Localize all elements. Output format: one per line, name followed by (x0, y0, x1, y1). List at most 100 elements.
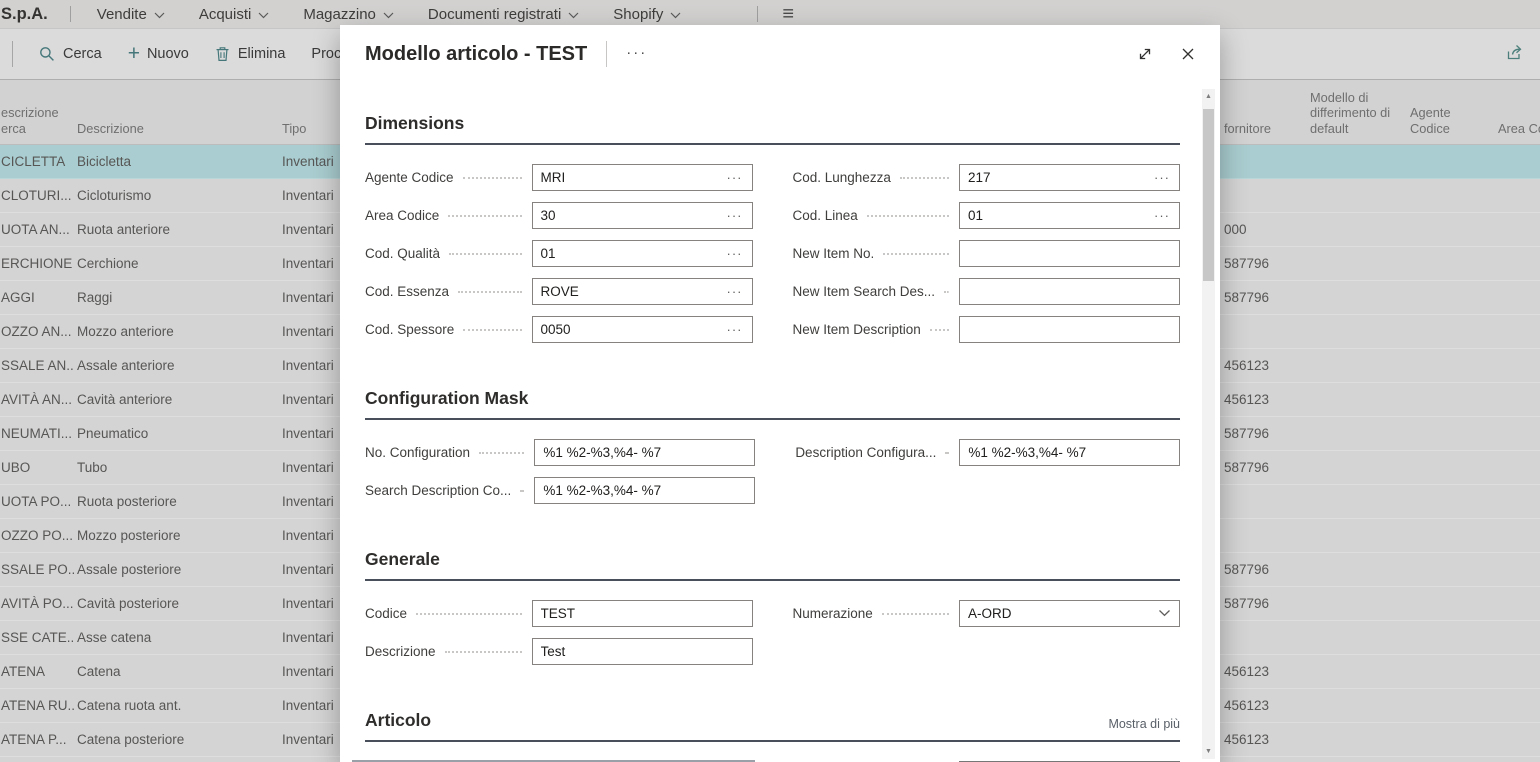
col-header-line: erca (1, 121, 59, 137)
dotted-leader (883, 253, 949, 255)
col-header-vendor[interactable]: fornitore (1224, 121, 1271, 137)
cell-description: Cerchione (77, 247, 139, 280)
section-header: Configuration Mask (365, 388, 1180, 420)
col-header-deferral-template[interactable]: Modello di differimento di default (1310, 90, 1390, 137)
input-search-description-co[interactable] (535, 483, 754, 498)
col-header-line: default (1310, 121, 1390, 137)
share-icon[interactable] (1505, 43, 1524, 65)
cell-type: Inventari (282, 349, 334, 382)
input-area-codice[interactable] (533, 208, 723, 223)
cell-search-description: OZZO PO... (1, 519, 75, 552)
cell-search-description: UBO (1, 451, 75, 484)
lookup-icon[interactable]: ··· (1150, 171, 1179, 184)
dotted-leader (479, 452, 524, 454)
nav-item-shopify[interactable]: Shopify (613, 6, 681, 23)
input-cod-qualità[interactable] (533, 246, 723, 261)
lookup-icon[interactable]: ··· (723, 247, 752, 260)
lookup-icon[interactable]: ··· (723, 323, 752, 336)
scroll-down-icon[interactable]: ▼ (1202, 748, 1215, 755)
section-header: Generale (365, 549, 1180, 581)
nav-divider (70, 6, 71, 22)
close-icon[interactable] (1180, 46, 1196, 62)
col-header-area-code[interactable]: Area Co (1498, 121, 1540, 137)
cell-type: Inventari (282, 281, 334, 314)
dotted-leader (445, 651, 522, 653)
col-header-description[interactable]: Descrizione (77, 121, 144, 137)
field-label: Cod. Qualità (365, 246, 440, 261)
nav-divider (757, 6, 758, 22)
top-nav: S.p.A. Vendite Acquisti Magazzino Docume… (0, 0, 1540, 28)
cell-description: Ruota posteriore (77, 485, 177, 518)
cell-description: Cavità posteriore (77, 587, 179, 620)
col-header-type[interactable]: Tipo (282, 121, 306, 137)
input-cod-essenza[interactable] (533, 284, 723, 299)
cell-vendor-no: 456123 (1224, 383, 1269, 416)
search-button[interactable]: Cerca (39, 46, 102, 62)
cell-description: Mozzo posteriore (77, 519, 181, 552)
more-options-icon[interactable]: ··· (626, 44, 647, 61)
nav-item-magazzino[interactable]: Magazzino (303, 6, 394, 23)
input-cod-linea[interactable] (960, 208, 1150, 223)
cell-search-description: OZZO AN... (1, 315, 75, 348)
input-new-item-search-des[interactable] (960, 284, 1179, 299)
nav-item-acquisti[interactable]: Acquisti (199, 6, 270, 23)
hamburger-icon[interactable]: ≡ (782, 4, 794, 24)
col-header-search-desc[interactable]: escrizione erca (1, 105, 59, 136)
company-brand[interactable]: S.p.A. (1, 5, 48, 24)
col-header-agent-code[interactable]: Agente Codice (1410, 105, 1451, 136)
new-button[interactable]: + Nuovo (128, 45, 189, 64)
input-cod-spessore[interactable] (533, 322, 723, 337)
expand-dialog-icon[interactable] (1136, 45, 1154, 63)
item-template-dialog: Modello articolo - TEST ··· DimensionsAg… (340, 25, 1220, 762)
input-box-cod-spessore: ··· (532, 316, 753, 343)
input-new-item-description[interactable] (960, 322, 1179, 337)
cell-description: Mozzo anteriore (77, 315, 174, 348)
cell-description: Bicicletta (77, 145, 131, 178)
dotted-leader (930, 329, 949, 331)
scrollbar-thumb[interactable] (1203, 109, 1214, 281)
input-no-configuration[interactable] (535, 445, 754, 460)
field-cod-qualità: Cod. Qualità ··· (365, 234, 753, 272)
lookup-icon[interactable]: ··· (723, 171, 752, 184)
field-label: Numerazione (793, 606, 873, 621)
lookup-icon[interactable]: ··· (723, 285, 752, 298)
cell-search-description: SSALE AN... (1, 349, 75, 382)
section-title: Configuration Mask (365, 388, 528, 409)
lookup-icon[interactable]: ··· (723, 209, 752, 222)
cell-type: Inventari (282, 553, 334, 586)
nav-item-label: Magazzino (303, 6, 376, 23)
lookup-icon[interactable]: ··· (1150, 209, 1179, 222)
field-no-configuration: No. Configuration (365, 433, 755, 471)
section-header: Dimensions (365, 113, 1180, 145)
nav-item-label: Shopify (613, 6, 663, 23)
field-descrizione: Descrizione (365, 632, 753, 670)
cell-type: Inventari (282, 621, 334, 654)
input-cod-lunghezza[interactable] (960, 170, 1150, 185)
input-box-no-configuration (534, 439, 755, 466)
cell-vendor-no: 587796 (1224, 553, 1269, 586)
chevron-down-icon[interactable] (1158, 609, 1171, 617)
field-new-item-search-des: New Item Search Des... (793, 272, 1181, 310)
nav-item-documenti-registrati[interactable]: Documenti registrati (428, 6, 579, 23)
section-dimensions: DimensionsAgente Codice···Area Codice···… (365, 113, 1180, 348)
nav-item-vendite[interactable]: Vendite (97, 6, 165, 23)
input-box-new-item-no (959, 240, 1180, 267)
delete-button[interactable]: Elimina (215, 46, 286, 62)
chevron-down-icon (383, 12, 394, 19)
dialog-scrollbar[interactable]: ▲ ▼ (1202, 89, 1215, 759)
input-new-item-no[interactable] (960, 246, 1179, 261)
input-box-new-item-description (959, 316, 1180, 343)
field-label: Description Configura... (795, 445, 936, 460)
input-descrizione[interactable] (533, 644, 752, 659)
show-more-link[interactable]: Mostra di più (1108, 717, 1180, 731)
input-numerazione[interactable] (960, 606, 1154, 621)
cell-type: Inventari (282, 145, 334, 178)
input-description-configura[interactable] (960, 445, 1179, 460)
input-codice[interactable] (533, 606, 752, 621)
cell-type: Inventari (282, 451, 334, 484)
input-agente-codice[interactable] (533, 170, 723, 185)
section-column-right: Cod. Lunghezza···Cod. Linea···New Item N… (793, 158, 1181, 348)
cell-type: Inventari (282, 723, 334, 756)
dotted-leader (867, 215, 949, 217)
scroll-up-icon[interactable]: ▲ (1202, 93, 1215, 100)
